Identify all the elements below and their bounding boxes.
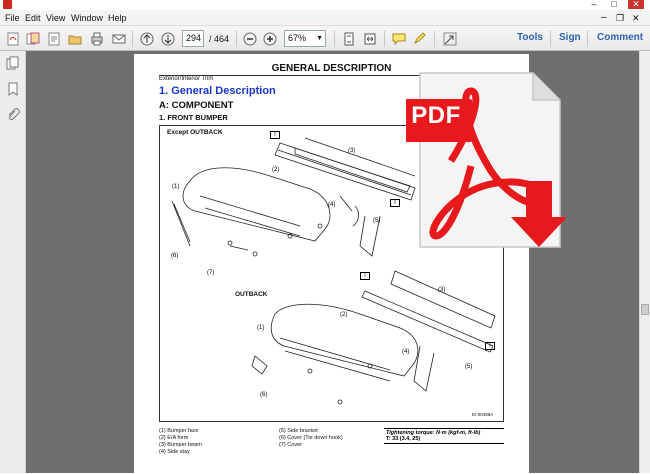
email-icon[interactable] — [110, 30, 127, 47]
legend-item: (4) Side stay — [159, 449, 190, 455]
legend-item: (6) Cover (Tie down hook) — [279, 435, 343, 441]
zoom-in-icon[interactable] — [261, 30, 278, 47]
toolbar-divider — [550, 31, 551, 47]
doc-minimize-button[interactable]: – — [601, 10, 607, 26]
previous-page-icon[interactable] — [138, 30, 155, 47]
callout-5: (5) — [465, 364, 472, 370]
callout-2: (2) — [340, 312, 347, 318]
acrobat-app-icon — [3, 0, 12, 9]
torque-spec-box: Tightening torque: N·m (kgf-m, ft-lb) T:… — [384, 428, 504, 444]
open-folder-icon[interactable] — [66, 30, 83, 47]
legend-item: (5) Side bracket — [279, 428, 318, 434]
menu-window[interactable]: Window — [71, 10, 103, 26]
heading-front-bumper: 1. FRONT BUMPER — [159, 113, 228, 122]
full-screen-icon[interactable] — [441, 30, 458, 47]
toolbar: 294 / 464 67% ▼ Tools Sign Comment — [0, 26, 650, 51]
figure-code: EI-00488A — [472, 412, 494, 417]
attachments-paperclip-icon[interactable] — [5, 107, 21, 123]
edit-document-icon[interactable] — [45, 30, 62, 47]
chevron-down-icon: ▼ — [316, 35, 323, 42]
callout-1: (1) — [257, 325, 264, 331]
menu-help[interactable]: Help — [108, 10, 127, 26]
print-icon[interactable] — [88, 30, 105, 47]
toolbar-divider — [132, 31, 133, 47]
callout-2: (2) — [272, 167, 279, 173]
next-page-icon[interactable] — [159, 30, 176, 47]
pdf-badge-label: PDF — [411, 102, 461, 129]
pdf-download-icon — [406, 72, 566, 248]
tools-pane-button[interactable]: Tools — [517, 32, 543, 43]
doc-restore-button[interactable]: ❐ — [616, 10, 624, 26]
callout-3: (3) — [348, 148, 355, 154]
section-label: Exterior/Interior Trim — [159, 76, 214, 82]
heading-general-description: 1. General Description — [159, 85, 276, 97]
menu-edit[interactable]: Edit — [25, 10, 41, 26]
menu-view[interactable]: View — [46, 10, 65, 26]
sign-pane-button[interactable]: Sign — [559, 32, 581, 43]
zoom-value: 67% — [288, 33, 307, 43]
heading-component: A: COMPONENT — [159, 100, 234, 111]
torque-value: T: 33 (3.4, 25) — [386, 436, 421, 442]
callout-6: (6) — [171, 253, 178, 259]
toolbar-divider — [384, 31, 385, 47]
callout-6: (6) — [260, 392, 267, 398]
page-total: / 464 — [209, 34, 230, 44]
doc-close-button[interactable]: ✕ — [632, 10, 640, 26]
legend-left: (1) Bumper face (2) E/A form (3) Bumper … — [159, 428, 202, 456]
fit-width-icon[interactable] — [361, 30, 378, 47]
comment-bubble-icon[interactable] — [390, 30, 407, 47]
zoom-out-icon[interactable] — [241, 30, 258, 47]
toolbar-divider — [334, 31, 335, 47]
vertical-scrollbar[interactable] — [639, 51, 650, 473]
legend-item: (2) E/A form — [159, 435, 189, 441]
document-viewer[interactable]: GENERAL DESCRIPTION Exterior/Interior Tr… — [26, 51, 639, 474]
callout-1: (1) — [172, 184, 179, 190]
callout-4: (4) — [328, 202, 335, 208]
close-button[interactable]: ✕ — [628, 0, 644, 9]
callout-5: (5) — [373, 218, 380, 224]
create-pdf-icon[interactable] — [4, 30, 21, 47]
menu-file[interactable]: File — [5, 10, 20, 26]
menu-bar: File Edit View Window Help – ❐ ✕ — [0, 10, 650, 26]
legend-item: (7) Cover — [279, 442, 302, 448]
navigation-sidebar — [0, 51, 26, 473]
fit-page-icon[interactable] — [340, 30, 357, 47]
highlight-pen-icon[interactable] — [411, 30, 428, 47]
zoom-level-select[interactable]: 67% ▼ — [284, 30, 326, 47]
toolbar-divider — [587, 31, 588, 47]
legend-item: (1) Bumper face — [159, 428, 199, 434]
legend-item: (3) Bumper beam — [159, 442, 202, 448]
combine-files-icon[interactable] — [24, 30, 41, 47]
title-bar: – □ ✕ — [0, 0, 650, 10]
scrollbar-thumb[interactable] — [641, 304, 649, 315]
page-number-input[interactable]: 294 — [182, 30, 204, 47]
maximize-button[interactable]: □ — [606, 0, 622, 9]
toolbar-divider — [236, 31, 237, 47]
page-thumbnails-icon[interactable] — [5, 55, 21, 71]
bookmarks-icon[interactable] — [5, 81, 21, 97]
callout-7: (7) — [207, 270, 214, 276]
legend-right: (5) Side bracket (6) Cover (Tie down hoo… — [279, 428, 343, 449]
comment-pane-button[interactable]: Comment — [597, 32, 643, 43]
callout-4: (4) — [402, 349, 409, 355]
toolbar-divider — [434, 31, 435, 47]
minimize-button[interactable]: – — [586, 0, 602, 9]
callout-3: (3) — [438, 287, 445, 293]
